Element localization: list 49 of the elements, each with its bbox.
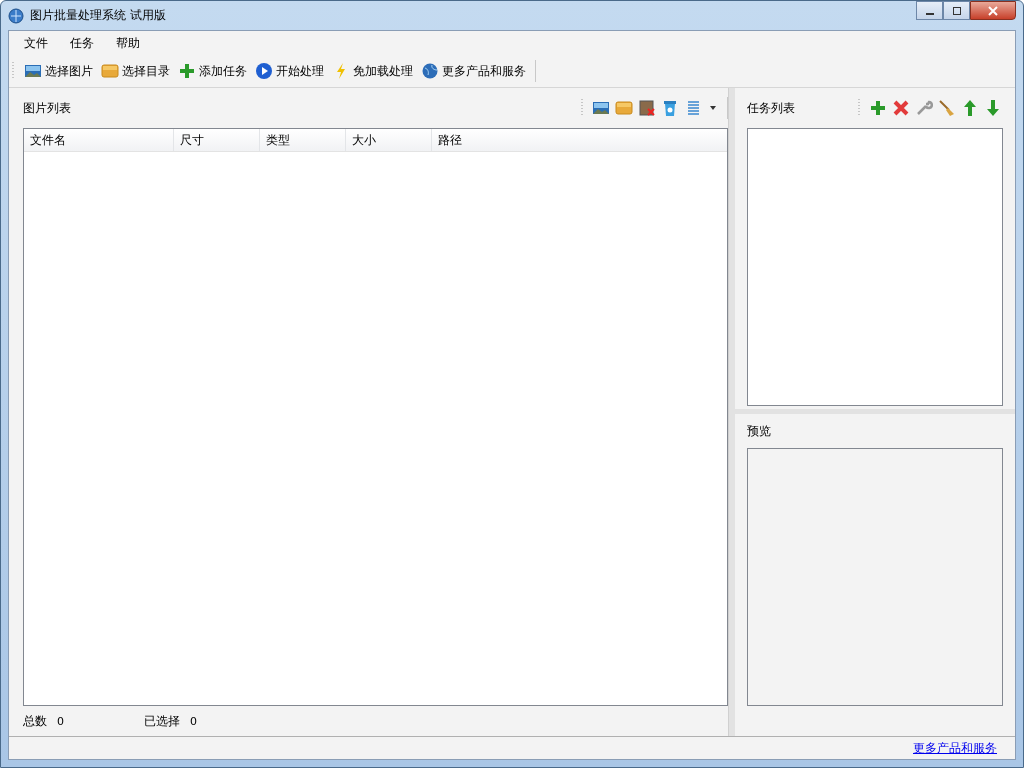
close-button[interactable] (970, 1, 1016, 20)
process-button[interactable]: 免加载处理 (329, 60, 416, 82)
globe-icon (8, 7, 24, 24)
column-header[interactable]: 文件名 (24, 129, 174, 151)
panel-title: 任务列表 (747, 99, 795, 117)
menu-item[interactable]: 文件 (17, 32, 55, 54)
picture-icon (24, 62, 42, 80)
selected-label: 已选择 (144, 712, 180, 730)
column-header[interactable]: 尺寸 (174, 129, 260, 151)
total-label: 总数 (23, 712, 47, 730)
close-icon (987, 5, 999, 16)
column-header[interactable]: 大小 (346, 129, 432, 151)
select-pictures-button[interactable]: 选择图片 (21, 60, 96, 82)
up-arrow-icon (961, 99, 979, 117)
panel-title: 预览 (747, 422, 771, 440)
play-icon (255, 62, 273, 80)
wrench-icon (915, 99, 933, 117)
delete-button[interactable] (891, 98, 911, 118)
minimize-icon (925, 12, 934, 15)
folder-icon (101, 62, 119, 80)
down-arrow-icon (984, 99, 1002, 117)
folder-icon (615, 99, 633, 117)
window-title: 图片批量处理系统 试用版 (30, 7, 166, 24)
broom-icon (938, 99, 956, 117)
picture-icon (592, 99, 610, 117)
caret-icon (710, 106, 716, 110)
image-list[interactable]: 文件名 尺寸 类型 大小 路径 (23, 128, 728, 706)
column-header[interactable]: 路径 (432, 129, 727, 151)
maximize-icon (951, 5, 962, 16)
globe-icon (421, 62, 439, 80)
minimize-button[interactable] (916, 1, 943, 20)
recycle-bin-icon (661, 99, 679, 117)
menu-item[interactable]: 任务 (63, 32, 101, 54)
add-task-button[interactable]: 添加任务 (175, 60, 250, 82)
plus-icon (178, 62, 196, 80)
broom-button[interactable] (937, 98, 957, 118)
select-folder-button[interactable]: 选择目录 (98, 60, 173, 82)
start-button[interactable]: 开始处理 (252, 60, 327, 82)
delete-icon (892, 99, 910, 117)
column-header[interactable]: 类型 (260, 129, 346, 151)
panel-title: 图片列表 (23, 99, 71, 117)
maximize-button[interactable] (943, 1, 970, 20)
more-products-link[interactable]: 更多产品和服务 (913, 739, 997, 757)
plus-icon (869, 99, 887, 117)
plus-button[interactable] (868, 98, 888, 118)
menu-item[interactable]: 帮助 (109, 32, 147, 54)
selected-count: 0 (190, 714, 197, 728)
more-products-button[interactable]: 更多产品和服务 (418, 60, 529, 82)
total-count: 0 (57, 714, 64, 728)
